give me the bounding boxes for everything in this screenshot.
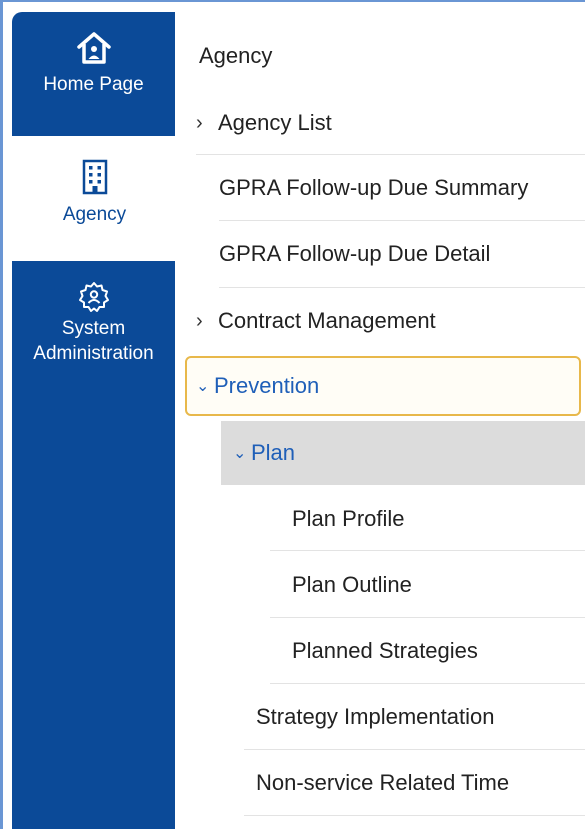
sidebar-item-label: System Administration xyxy=(33,318,154,364)
divider xyxy=(219,220,585,221)
menu-item-strategy-implementation[interactable]: Strategy Implementation xyxy=(256,697,494,737)
chevron-down-icon: ⌄ xyxy=(196,378,210,395)
sidebar-item-home-page[interactable]: Home Page xyxy=(12,28,175,148)
menu-item-label: Plan xyxy=(251,440,296,465)
menu-item-plan-profile[interactable]: Plan Profile xyxy=(292,499,405,539)
menu-item-label: Strategy Implementation xyxy=(256,704,495,729)
menu-title: Agency xyxy=(199,43,273,68)
divider xyxy=(270,617,585,618)
menu-item-gpra-follow-up-due-detail[interactable]: GPRA Follow-up Due Detail xyxy=(219,234,490,274)
menu-item-contract-management[interactable]: › Contract Management xyxy=(196,301,436,341)
building-icon xyxy=(82,159,107,195)
divider xyxy=(244,815,585,816)
divider xyxy=(196,154,585,155)
gear-user-icon xyxy=(78,282,109,312)
chevron-down-icon: ⌄ xyxy=(233,445,247,462)
menu-item-label: Plan Outline xyxy=(292,572,412,597)
chevron-right-icon: › xyxy=(196,309,203,332)
menu-item-agency-list[interactable]: › Agency List xyxy=(196,103,332,143)
menu-item-non-service-related-time[interactable]: Non-service Related Time xyxy=(256,763,509,803)
divider xyxy=(219,287,585,288)
menu-item-label: Plan Profile xyxy=(292,506,405,531)
chevron-right-icon: › xyxy=(196,111,203,134)
sidebar-item-agency[interactable]: Agency xyxy=(12,136,177,261)
menu-item-label: GPRA Follow-up Due Detail xyxy=(219,241,491,266)
menu-item-label: Non-service Related Time xyxy=(256,770,510,795)
menu-item-gpra-follow-up-due-summary[interactable]: GPRA Follow-up Due Summary xyxy=(219,168,528,208)
menu-item-label: Agency List xyxy=(218,110,332,135)
menu-item-label: Contract Management xyxy=(218,308,436,333)
menu-item-planned-strategies[interactable]: Planned Strategies xyxy=(292,631,478,671)
menu-item-label: Prevention xyxy=(214,373,320,398)
divider xyxy=(244,749,585,750)
sidebar: Home Page Agency System Administration xyxy=(12,12,177,829)
menu-item-label: Planned Strategies xyxy=(292,638,478,663)
agency-menu: Agency › Agency List GPRA Follow-up Due … xyxy=(185,0,585,829)
menu-item-label: GPRA Follow-up Due Summary xyxy=(219,175,529,200)
menu-item-plan[interactable]: ⌄ Plan xyxy=(221,421,585,485)
sidebar-item-label: Home Page xyxy=(43,74,144,95)
divider xyxy=(270,683,585,684)
home-icon xyxy=(76,32,111,64)
sidebar-item-system-administration[interactable]: System Administration xyxy=(12,280,175,390)
divider xyxy=(270,550,585,551)
sidebar-item-label: Agency xyxy=(62,204,127,225)
menu-item-prevention[interactable]: ⌄ Prevention xyxy=(185,356,581,416)
menu-item-plan-outline[interactable]: Plan Outline xyxy=(292,565,412,605)
